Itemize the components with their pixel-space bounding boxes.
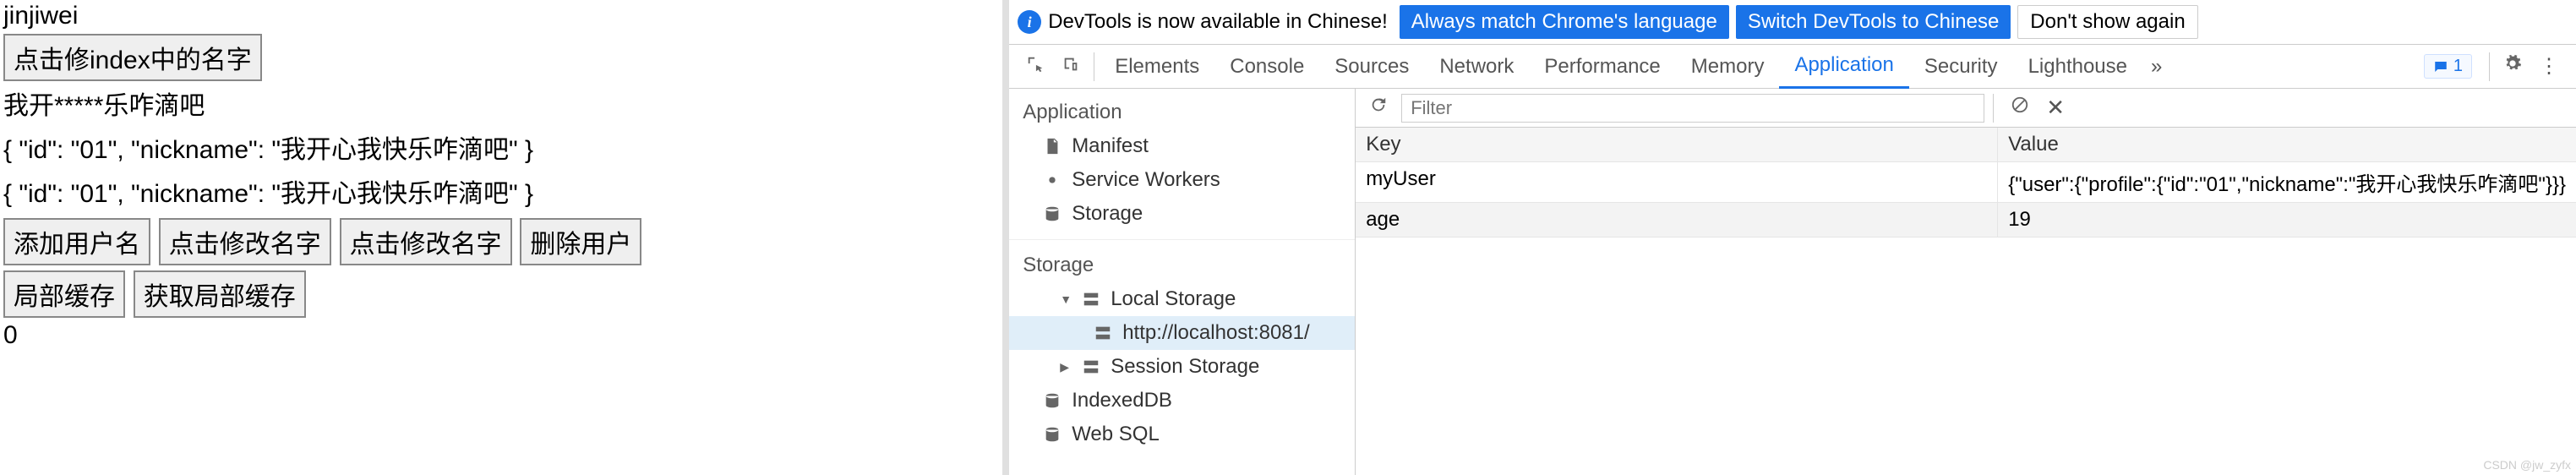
header-value[interactable]: Value (1998, 128, 2576, 161)
object-display-1: { "id": "01", "nickname": "我开心我快乐咋滴吧" } (3, 128, 999, 166)
masked-text: 我开*****乐咋滴吧 (3, 85, 999, 122)
username-text: jinjiwei (3, 2, 999, 30)
sidebar-item-local-storage[interactable]: ▼ Local Storage (1009, 282, 1355, 316)
tab-sources[interactable]: Sources (1319, 45, 1424, 89)
banner-message: DevTools is now available in Chinese! (1048, 10, 1388, 34)
sidebar-label-session-storage: Session Storage (1111, 355, 1259, 379)
counter-display: 0 (3, 321, 999, 350)
sidebar-group-storage: Storage (1009, 248, 1355, 282)
collapse-icon[interactable]: ▶ (1060, 360, 1072, 374)
modify-name-button-2[interactable]: 点击修改名字 (340, 218, 512, 265)
cell-key[interactable]: age (1356, 203, 1998, 237)
modify-index-button[interactable]: 点击修index中的名字 (3, 34, 262, 81)
sidebar-group-application: Application (1009, 96, 1355, 129)
header-key[interactable]: Key (1356, 128, 1998, 161)
delete-selected-icon[interactable]: ✕ (2038, 95, 2073, 121)
sidebar-label-websql: Web SQL (1072, 423, 1160, 446)
inspect-element-icon[interactable] (1018, 55, 1053, 79)
get-local-cache-button[interactable]: 获取局部缓存 (134, 270, 306, 318)
sidebar-label-local-storage: Local Storage (1111, 287, 1236, 311)
tab-performance[interactable]: Performance (1529, 45, 1675, 89)
device-toggle-icon[interactable] (1053, 55, 1089, 79)
clear-all-icon[interactable] (2002, 96, 2038, 120)
websql-icon (1043, 425, 1062, 444)
more-tabs-icon[interactable]: » (2142, 55, 2170, 79)
cell-value[interactable]: 19 (1998, 203, 2576, 237)
tab-security[interactable]: Security (1909, 45, 2013, 89)
sidebar-item-session-storage[interactable]: ▶ Session Storage (1009, 350, 1355, 384)
local-cache-button[interactable]: 局部缓存 (3, 270, 125, 318)
app-page: jinjiwei 点击修index中的名字 我开*****乐咋滴吧 { "id"… (0, 0, 1009, 475)
sidebar-label-service-workers: Service Workers (1072, 168, 1220, 192)
tab-elements[interactable]: Elements (1100, 45, 1214, 89)
more-options-icon[interactable]: ⋮ (2530, 54, 2568, 79)
switch-chinese-button[interactable]: Switch DevTools to Chinese (1736, 5, 2011, 39)
cell-key[interactable]: myUser (1356, 162, 1998, 202)
table-row[interactable]: myUser {"user":{"profile":{"id":"01","ni… (1356, 162, 2576, 203)
table-header-row: Key Value (1356, 128, 2576, 162)
sidebar-label-localhost: http://localhost:8081/ (1122, 321, 1309, 345)
sidebar-item-manifest[interactable]: Manifest (1009, 129, 1355, 163)
delete-user-button[interactable]: 删除用户 (520, 218, 641, 265)
sidebar-item-service-workers[interactable]: Service Workers (1009, 163, 1355, 197)
storage-content: ✕ Key Value myUser {"user":{"profile":{"… (1356, 89, 2576, 475)
tab-application[interactable]: Application (1779, 45, 1908, 89)
expand-icon[interactable]: ▼ (1060, 292, 1072, 306)
filter-input[interactable] (1401, 94, 1984, 123)
info-icon: i (1018, 10, 1041, 34)
match-language-button[interactable]: Always match Chrome's language (1400, 5, 1729, 39)
local-storage-icon (1082, 290, 1100, 308)
filter-divider (1993, 94, 1994, 123)
sidebar-label-manifest: Manifest (1072, 134, 1149, 158)
devtools-panel: i DevTools is now available in Chinese! … (1009, 0, 2576, 475)
sidebar-separator (1009, 239, 1355, 240)
session-storage-icon (1082, 358, 1100, 376)
object-display-2: { "id": "01", "nickname": "我开心我快乐咋滴吧" } (3, 172, 999, 210)
table-row[interactable]: age 19 (1356, 203, 2576, 238)
messages-count: 1 (2453, 57, 2463, 76)
tab-console[interactable]: Console (1214, 45, 1319, 89)
manifest-icon (1043, 137, 1062, 156)
devtools-toolbar: Elements Console Sources Network Perform… (1009, 45, 2576, 89)
indexeddb-icon (1043, 391, 1062, 410)
application-panes: Application Manifest Service Workers Sto… (1009, 89, 2576, 475)
messages-badge[interactable]: 1 (2424, 54, 2472, 79)
filter-bar: ✕ (1356, 89, 2576, 128)
watermark: CSDN @jw_zyfx (2483, 458, 2571, 472)
cell-value[interactable]: {"user":{"profile":{"id":"01","nickname"… (1998, 162, 2576, 202)
settings-icon[interactable] (2495, 54, 2530, 79)
sidebar-label-indexeddb: IndexedDB (1072, 389, 1172, 412)
tab-lighthouse[interactable]: Lighthouse (2013, 45, 2142, 89)
sidebar-item-websql[interactable]: Web SQL (1009, 418, 1355, 451)
modify-name-button-1[interactable]: 点击修改名字 (159, 218, 331, 265)
storage-table: Key Value myUser {"user":{"profile":{"id… (1356, 128, 2576, 475)
sidebar-item-indexeddb[interactable]: IndexedDB (1009, 384, 1355, 418)
tab-network[interactable]: Network (1424, 45, 1529, 89)
sidebar-item-storage-app[interactable]: Storage (1009, 197, 1355, 231)
refresh-icon[interactable] (1356, 96, 1401, 120)
service-workers-icon (1043, 171, 1062, 189)
toolbar-divider-2 (2489, 52, 2490, 81)
language-banner: i DevTools is now available in Chinese! … (1009, 0, 2576, 45)
dont-show-again-button[interactable]: Don't show again (2017, 5, 2197, 39)
sidebar-label-storage-app: Storage (1072, 202, 1143, 226)
storage-icon (1043, 205, 1062, 223)
tab-memory[interactable]: Memory (1676, 45, 1780, 89)
add-username-button[interactable]: 添加用户名 (3, 218, 150, 265)
sidebar-item-localhost[interactable]: http://localhost:8081/ (1009, 316, 1355, 350)
origin-icon (1094, 324, 1112, 342)
application-sidebar: Application Manifest Service Workers Sto… (1009, 89, 1356, 475)
